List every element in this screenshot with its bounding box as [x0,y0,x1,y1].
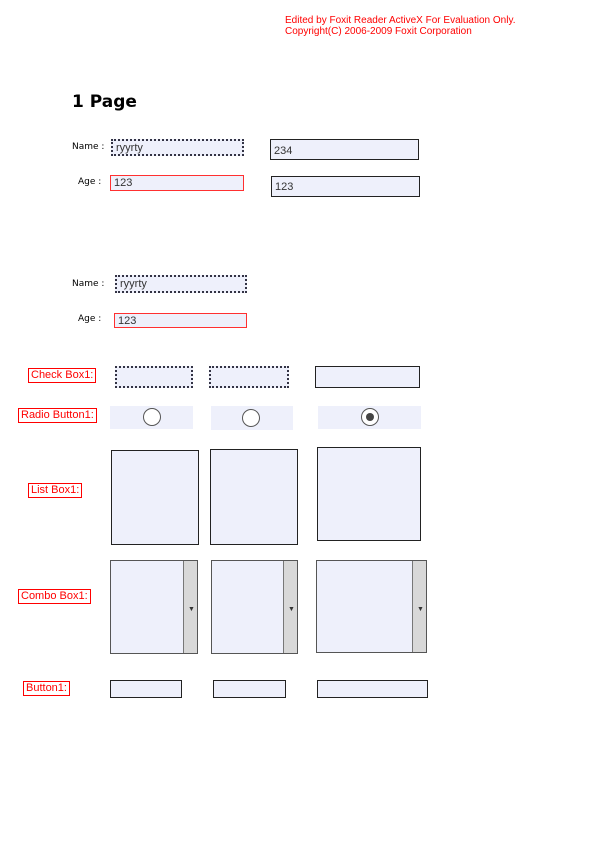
combo-box-3[interactable]: ▼ [316,560,427,653]
radio-button-label: Radio Button1: [18,408,97,423]
check-box-1[interactable] [115,366,193,388]
combo-box-label: Combo Box1: [18,589,91,604]
radio-selected-dot [366,413,374,421]
age-label-2: Age : [78,314,102,324]
list-box-1[interactable] [111,450,199,545]
radio-button-2[interactable] [242,409,260,427]
combo-dropdown-button-1[interactable]: ▼ [183,561,197,653]
list-box-3[interactable] [317,447,421,541]
button-2[interactable] [213,680,286,698]
age-label: Age : [78,177,102,187]
name-field[interactable]: ryyrty [111,139,244,156]
radio-button-1[interactable] [143,408,161,426]
age-field-3[interactable]: 123 [114,313,247,328]
chevron-down-icon: ▼ [288,606,295,613]
watermark: Edited by Foxit Reader ActiveX For Evalu… [285,15,585,37]
button-1[interactable] [110,680,182,698]
name-field-3[interactable]: ryyrty [115,275,247,293]
combo-dropdown-button-3[interactable]: ▼ [412,561,426,652]
name-label-2: Name : [72,279,105,289]
watermark-line1: Edited by Foxit Reader ActiveX For Evalu… [285,15,516,26]
button-3[interactable] [317,680,428,698]
button-label: Button1: [23,681,70,696]
watermark-line2: Copyright(C) 2006-2009 Foxit Corporation [285,26,472,37]
list-box-2[interactable] [210,449,298,545]
page-title: 1 Page [72,92,137,112]
combo-box-2[interactable]: ▼ [211,560,298,654]
combo-box-1[interactable]: ▼ [110,560,198,654]
check-box-2[interactable] [209,366,289,388]
name-label: Name : [72,142,105,152]
check-box-3[interactable] [315,366,420,388]
check-box-label: Check Box1: [28,368,97,383]
chevron-down-icon: ▼ [417,605,424,613]
combo-dropdown-button-2[interactable]: ▼ [283,561,297,653]
list-box-label: List Box1: [28,483,83,498]
chevron-down-icon: ▼ [188,606,195,613]
age-field-2[interactable]: 123 [271,176,420,197]
radio-cell-2 [211,406,293,430]
age-field[interactable]: 123 [110,175,244,191]
radio-cell-3 [318,406,421,429]
name-field-2[interactable]: 234 [270,139,419,160]
radio-cell-1 [110,406,193,429]
radio-button-3[interactable] [361,408,379,426]
